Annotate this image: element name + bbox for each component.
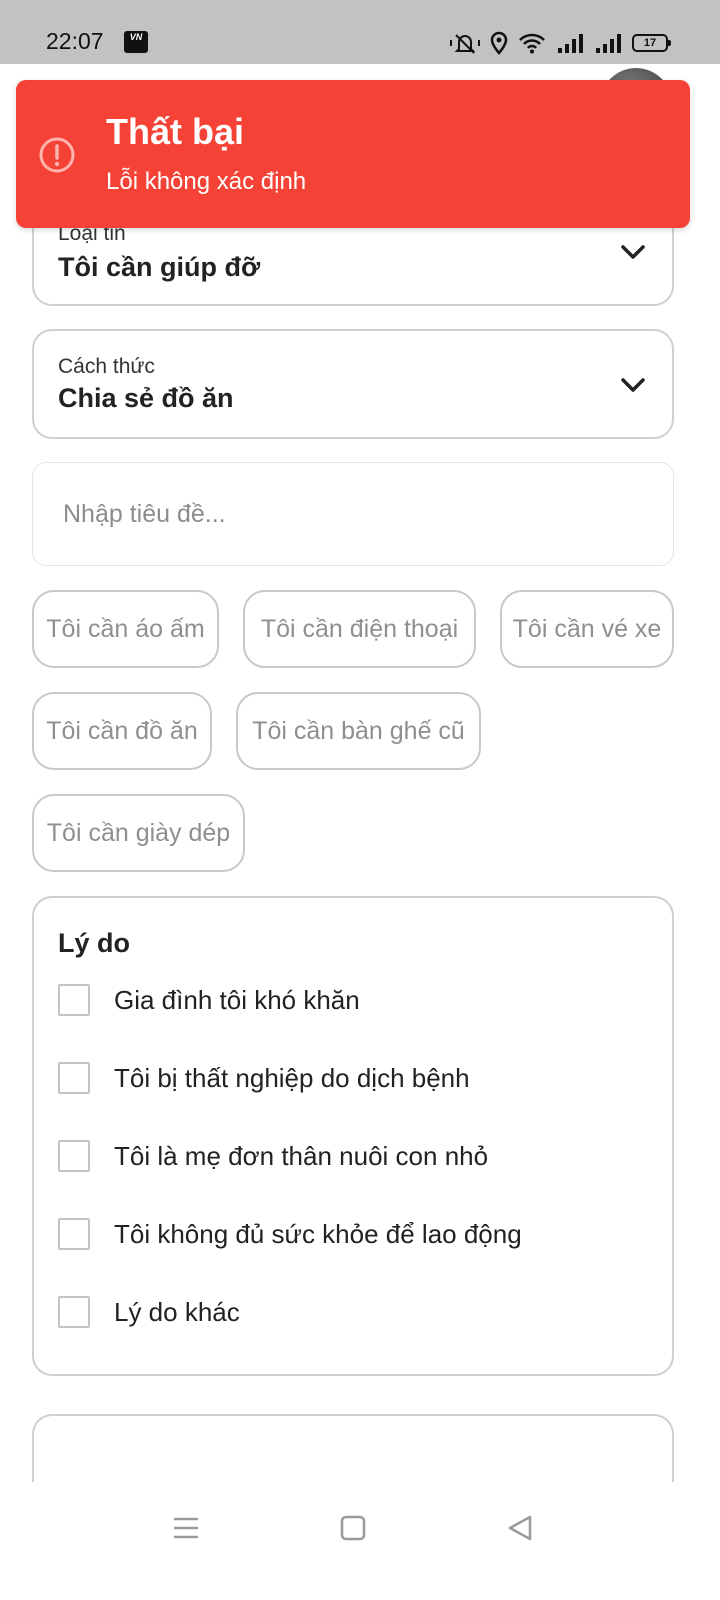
carrier-icon: VN bbox=[124, 31, 148, 53]
suggestion-chip[interactable]: Tôi cần vé xe bbox=[500, 590, 674, 668]
reason-label: Lý do khác bbox=[114, 1296, 240, 1327]
method-value: Chia sẻ đồ ăn bbox=[58, 383, 234, 413]
checkbox[interactable] bbox=[58, 1140, 90, 1172]
menu-button[interactable] bbox=[166, 1508, 206, 1548]
reason-title: Lý do bbox=[58, 928, 130, 958]
reason-label: Gia đình tôi khó khăn bbox=[114, 984, 360, 1015]
back-button[interactable] bbox=[500, 1508, 540, 1548]
menu-icon bbox=[174, 1517, 198, 1539]
navigation-bar bbox=[0, 1482, 720, 1600]
mute-icon bbox=[450, 34, 480, 54]
toast-message: Lỗi không xác định bbox=[106, 168, 307, 195]
location-icon bbox=[490, 31, 508, 55]
checkbox[interactable] bbox=[58, 1218, 90, 1250]
chevron-down-icon bbox=[621, 245, 645, 259]
method-select[interactable]: Cách thức Chia sẻ đồ ăn bbox=[32, 329, 674, 439]
signal-icon bbox=[558, 34, 583, 53]
reason-label: Tôi là mẹ đơn thân nuôi con nhỏ bbox=[114, 1140, 489, 1171]
title-input[interactable] bbox=[32, 462, 674, 566]
status-time: 22:07 bbox=[46, 28, 104, 54]
error-toast bbox=[16, 80, 690, 228]
reason-option[interactable]: Tôi là mẹ đơn thân nuôi con nhỏ bbox=[58, 1136, 488, 1176]
toast-title: Thất bại bbox=[106, 111, 245, 152]
reason-option[interactable]: Tôi không đủ sức khỏe để lao động bbox=[58, 1214, 522, 1254]
back-triangle-icon bbox=[508, 1515, 532, 1541]
checkbox[interactable] bbox=[58, 984, 90, 1016]
suggestion-chip[interactable]: Tôi cần giày dép bbox=[32, 794, 245, 872]
reason-option[interactable]: Gia đình tôi khó khăn bbox=[58, 980, 360, 1020]
checkbox[interactable] bbox=[58, 1062, 90, 1094]
chevron-down-icon bbox=[621, 378, 645, 392]
reason-option[interactable]: Tôi bị thất nghiệp do dịch bệnh bbox=[58, 1058, 470, 1098]
reason-group: Lý do Gia đình tôi khó khăn Tôi bị thất … bbox=[32, 896, 674, 1376]
signal-icon bbox=[596, 34, 621, 53]
status-bar: 22:07 VN 17 bbox=[0, 0, 720, 64]
wifi-icon bbox=[519, 33, 545, 54]
reason-option[interactable]: Lý do khác bbox=[58, 1292, 240, 1332]
suggestion-chip[interactable]: Tôi cần đồ ăn bbox=[32, 692, 212, 770]
method-label: Cách thức bbox=[58, 355, 155, 378]
status-icons: 17 bbox=[450, 30, 671, 56]
suggestion-chip[interactable]: Tôi cần điện thoại bbox=[243, 590, 476, 668]
checkbox[interactable] bbox=[58, 1296, 90, 1328]
suggestion-chip[interactable]: Tôi cần áo ấm bbox=[32, 590, 219, 668]
reason-label: Tôi bị thất nghiệp do dịch bệnh bbox=[114, 1062, 470, 1093]
suggestion-chip[interactable]: Tôi cần bàn ghế cũ bbox=[236, 692, 481, 770]
home-button[interactable] bbox=[333, 1508, 373, 1548]
alert-circle-icon bbox=[39, 137, 75, 173]
battery-icon: 17 bbox=[632, 34, 671, 52]
home-square-icon bbox=[340, 1515, 366, 1541]
reason-label: Tôi không đủ sức khỏe để lao động bbox=[114, 1218, 522, 1249]
post-type-value: Tôi cần giúp đỡ bbox=[58, 252, 261, 282]
